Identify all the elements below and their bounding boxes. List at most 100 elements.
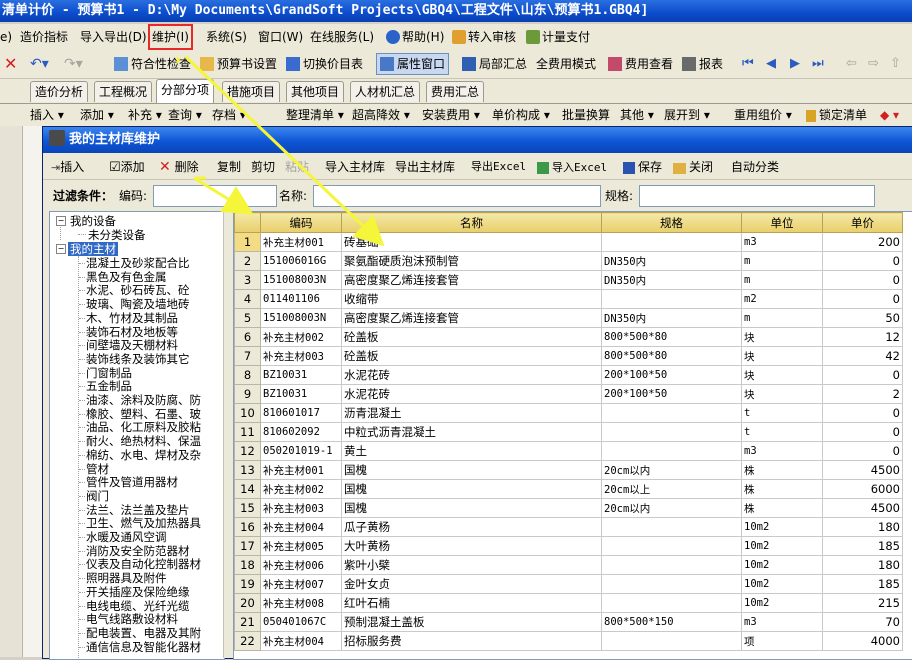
code-cell[interactable]: 151006016G: [260, 251, 342, 271]
name-cell[interactable]: 砼盖板: [341, 346, 602, 366]
name-filter-input[interactable]: [313, 185, 601, 207]
price-cell[interactable]: 0: [822, 403, 903, 423]
price-cell[interactable]: 185: [822, 574, 903, 594]
code-cell[interactable]: 补充主材004: [260, 517, 342, 537]
tree-node-category[interactable]: 法兰、法兰盖及垫片: [86, 503, 190, 517]
tree-node-category[interactable]: 油品、化工原料及胶粘: [86, 420, 201, 434]
tree-node-category[interactable]: 黑色及有色金属: [86, 270, 167, 284]
name-cell[interactable]: 预制混凝土盖板: [341, 612, 602, 632]
table-row[interactable]: 4 011401106 收缩带 m2 0: [234, 289, 903, 309]
query-dropdown[interactable]: 查询 ▾: [168, 107, 202, 123]
code-cell[interactable]: 补充主材008: [260, 593, 342, 613]
table-row[interactable]: 2 151006016G 聚氨酯硬质泡沫预制管 DN350内 m 0: [234, 251, 903, 271]
name-cell[interactable]: 黄土: [341, 441, 602, 461]
unit-cell[interactable]: 10m2: [741, 555, 823, 575]
unit-price-composition-dropdown[interactable]: 单价构成 ▾: [492, 107, 550, 123]
tab-fee-summary[interactable]: 费用汇总: [426, 81, 485, 102]
code-cell[interactable]: BZ10031: [260, 365, 342, 385]
name-cell[interactable]: 水泥花砖: [341, 365, 602, 385]
copy-button[interactable]: 复制: [217, 158, 241, 176]
tree-node-category[interactable]: 玻璃、陶瓷及墙地砖: [86, 297, 190, 311]
nav-first-icon[interactable]: ⏮: [742, 55, 754, 73]
price-cell[interactable]: 0: [822, 422, 903, 442]
tree-node-category[interactable]: 木、竹材及其制品: [86, 311, 178, 325]
table-row[interactable]: 14 补充主材002 国槐 20cm以上株 6000: [234, 479, 903, 499]
menu-online-service[interactable]: 在线服务(L): [310, 28, 374, 46]
delete-button[interactable]: ✕ 删除: [159, 158, 199, 176]
price-cell[interactable]: 4500: [822, 498, 903, 518]
name-cell[interactable]: 大叶黄杨: [341, 536, 602, 556]
unit-cell[interactable]: t: [741, 422, 823, 442]
archive-dropdown[interactable]: 存档 ▾: [212, 107, 246, 123]
name-cell[interactable]: 中粒式沥青混凝土: [341, 422, 602, 442]
menu-maintenance[interactable]: 维护(I): [148, 24, 193, 50]
name-cell[interactable]: 收缩带: [341, 289, 602, 309]
supplement-dropdown[interactable]: 补充 ▾: [128, 107, 162, 123]
price-cell[interactable]: 12: [822, 327, 903, 347]
tree-node-category[interactable]: 五金制品: [86, 379, 132, 393]
tree-node-unclassified-equipment[interactable]: 未分类设备: [88, 228, 146, 242]
full-cost-mode-button[interactable]: 全费用模式: [536, 55, 596, 73]
name-cell[interactable]: 沥青混凝土: [341, 403, 602, 423]
name-cell[interactable]: 国槐: [341, 460, 602, 480]
name-cell[interactable]: 国槐: [341, 498, 602, 518]
spec-cell[interactable]: [601, 574, 742, 594]
name-cell[interactable]: 高密度聚乙烯连接套管: [341, 270, 602, 290]
code-cell[interactable]: 151008003N: [260, 270, 342, 290]
spec-cell[interactable]: 20cm以内: [601, 460, 742, 480]
price-cell[interactable]: 0: [822, 441, 903, 461]
close-button[interactable]: 关闭: [673, 158, 713, 176]
name-cell[interactable]: 金叶女贞: [341, 574, 602, 594]
price-cell[interactable]: 180: [822, 517, 903, 537]
code-cell[interactable]: 补充主材003: [260, 498, 342, 518]
menu-measure-pay[interactable]: 计量支付: [526, 28, 590, 46]
unit-cell[interactable]: 株: [741, 479, 823, 499]
add-button[interactable]: ☑添加: [109, 158, 145, 176]
nav-last-icon[interactable]: ⏭: [812, 55, 824, 73]
unit-cell[interactable]: 块: [741, 384, 823, 404]
code-cell[interactable]: 补充主材001: [260, 460, 342, 480]
table-row[interactable]: 11 810602092 中粒式沥青混凝土 t 0: [234, 422, 903, 442]
switch-pricelist-button[interactable]: 切换价目表: [286, 55, 363, 73]
price-cell[interactable]: 4000: [822, 631, 903, 651]
spec-cell[interactable]: 20cm以上: [601, 479, 742, 499]
batch-conversion-button[interactable]: 批量换算: [562, 107, 610, 123]
move-right-icon[interactable]: ⇨: [868, 55, 879, 73]
compliance-check-button[interactable]: 符合性检查: [114, 55, 191, 73]
table-row[interactable]: 5 151008003N 高密度聚乙烯连接套管 DN350内 m 50: [234, 308, 903, 328]
unit-cell[interactable]: 10m2: [741, 593, 823, 613]
spec-cell[interactable]: [601, 403, 742, 423]
import-library-button[interactable]: 导入主材库: [325, 158, 385, 176]
tree-node-my-materials[interactable]: 我的主材: [68, 242, 118, 256]
spec-cell[interactable]: [601, 441, 742, 461]
name-cell[interactable]: 瓜子黄杨: [341, 517, 602, 537]
unit-cell[interactable]: 块: [741, 346, 823, 366]
table-row[interactable]: 16 补充主材004 瓜子黄杨 10m2 180: [234, 517, 903, 537]
collapse-icon[interactable]: −: [56, 216, 66, 226]
code-cell[interactable]: 补充主材002: [260, 327, 342, 347]
price-cell[interactable]: 0: [822, 270, 903, 290]
lock-list-button[interactable]: 锁定清单: [806, 107, 867, 123]
tab-other-items[interactable]: 其他项目: [286, 81, 345, 102]
table-row[interactable]: 22 补充主材004 招标服务费 项 4000: [234, 631, 903, 651]
code-cell[interactable]: 810602092: [260, 422, 342, 442]
unit-cell[interactable]: 株: [741, 460, 823, 480]
cut-button[interactable]: 剪切: [251, 158, 275, 176]
name-cell[interactable]: 砼盖板: [341, 327, 602, 347]
tree-node-category[interactable]: 开关插座及保险绝缘: [86, 585, 190, 599]
table-row[interactable]: 13 补充主材001 国槐 20cm以内株 4500: [234, 460, 903, 480]
unit-cell[interactable]: 块: [741, 327, 823, 347]
unit-cell[interactable]: 块: [741, 365, 823, 385]
code-cell[interactable]: 补充主材004: [260, 631, 342, 651]
expand-to-dropdown[interactable]: 展开到 ▾: [664, 107, 710, 123]
unit-cell[interactable]: m: [741, 251, 823, 271]
tree-node-category[interactable]: 阀门: [86, 489, 109, 503]
price-cell[interactable]: 215: [822, 593, 903, 613]
paste-button[interactable]: 粘贴: [285, 158, 309, 176]
property-window-button[interactable]: 属性窗口: [376, 53, 450, 75]
price-cell[interactable]: 185: [822, 536, 903, 556]
tree-node-my-equipment[interactable]: 我的设备: [70, 214, 116, 228]
table-row[interactable]: 1 补充主材001 砖基础 m3 200: [234, 232, 903, 252]
tree-node-category[interactable]: 棉纺、水电、焊材及杂: [86, 448, 201, 462]
menu-cost-index[interactable]: 造价指标: [20, 28, 68, 46]
